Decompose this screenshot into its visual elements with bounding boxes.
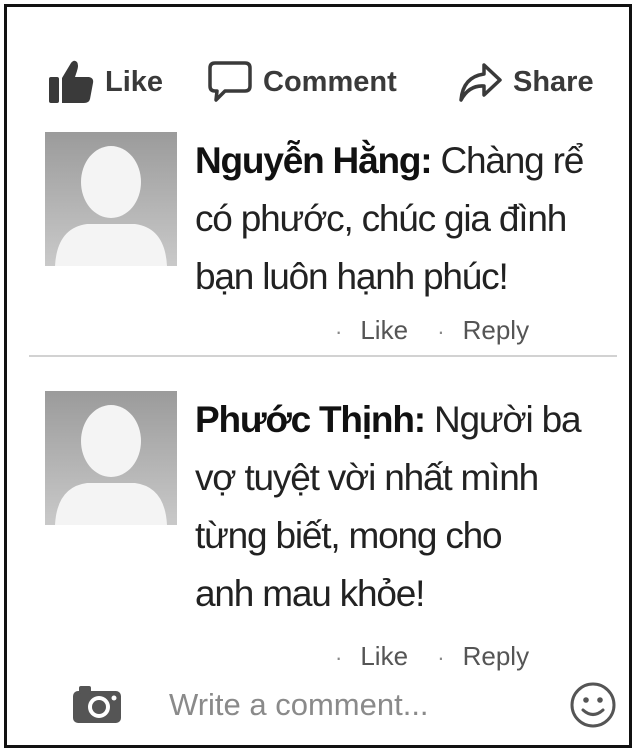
comment-panel: Like Comment Share Nguyễn Hằng: Chàng rể… [4, 4, 632, 748]
comment-composer [67, 679, 627, 731]
share-post-label: Share [513, 65, 594, 98]
speech-bubble-icon [207, 60, 253, 104]
comment-line: từng biết, mong cho [195, 515, 503, 556]
separator-dot: · [335, 645, 343, 670]
share-post-button[interactable]: Share [457, 57, 594, 107]
post-action-bar: Like Comment Share [47, 57, 617, 107]
avatar[interactable] [45, 391, 177, 525]
comment-author[interactable]: Phước Thịnh: [195, 399, 426, 440]
like-post-label: Like [105, 65, 164, 98]
camera-icon[interactable] [71, 683, 123, 730]
comment-like-link[interactable]: Like [360, 641, 408, 671]
comment-line: Người ba [433, 399, 582, 440]
separator-dot: · [437, 319, 445, 344]
comment-text: Nguyễn Hằng: Chàng rể có phước, chúc gia… [195, 132, 615, 306]
comment-line: bạn luôn hạnh phúc! [195, 256, 509, 297]
comment-post-label: Comment [263, 65, 397, 98]
thumbs-up-icon [47, 59, 95, 105]
comment-line: anh mau khỏe! [195, 573, 425, 614]
comment-text: Phước Thịnh: Người ba vợ tuyệt vời nhất … [195, 391, 615, 623]
comment-item: Nguyễn Hằng: Chàng rể có phước, chúc gia… [45, 132, 625, 345]
comment-line: có phước, chúc gia đình [195, 198, 567, 239]
like-post-button[interactable]: Like [47, 57, 163, 107]
share-arrow-icon [457, 60, 503, 104]
divider [29, 355, 617, 357]
comment-like-link[interactable]: Like [360, 315, 408, 345]
comment-item: Phước Thịnh: Người ba vợ tuyệt vời nhất … [45, 391, 625, 681]
comment-actions: · Like · Reply [335, 641, 529, 672]
smiley-icon[interactable] [569, 681, 617, 734]
comment-reply-link[interactable]: Reply [463, 315, 529, 345]
comment-actions: · Like · Reply [335, 315, 529, 346]
comment-line: Chàng rể [440, 140, 584, 181]
user-silhouette-icon [55, 146, 167, 266]
avatar[interactable] [45, 132, 177, 266]
comment-reply-link[interactable]: Reply [463, 641, 529, 671]
user-silhouette-icon [55, 405, 167, 525]
comment-line: vợ tuyệt vời nhất mình [195, 457, 539, 498]
separator-dot: · [437, 645, 445, 670]
comment-input[interactable] [167, 679, 551, 731]
comment-post-button[interactable]: Comment [207, 57, 397, 107]
comment-author[interactable]: Nguyễn Hằng: [195, 140, 433, 181]
separator-dot: · [335, 319, 343, 344]
